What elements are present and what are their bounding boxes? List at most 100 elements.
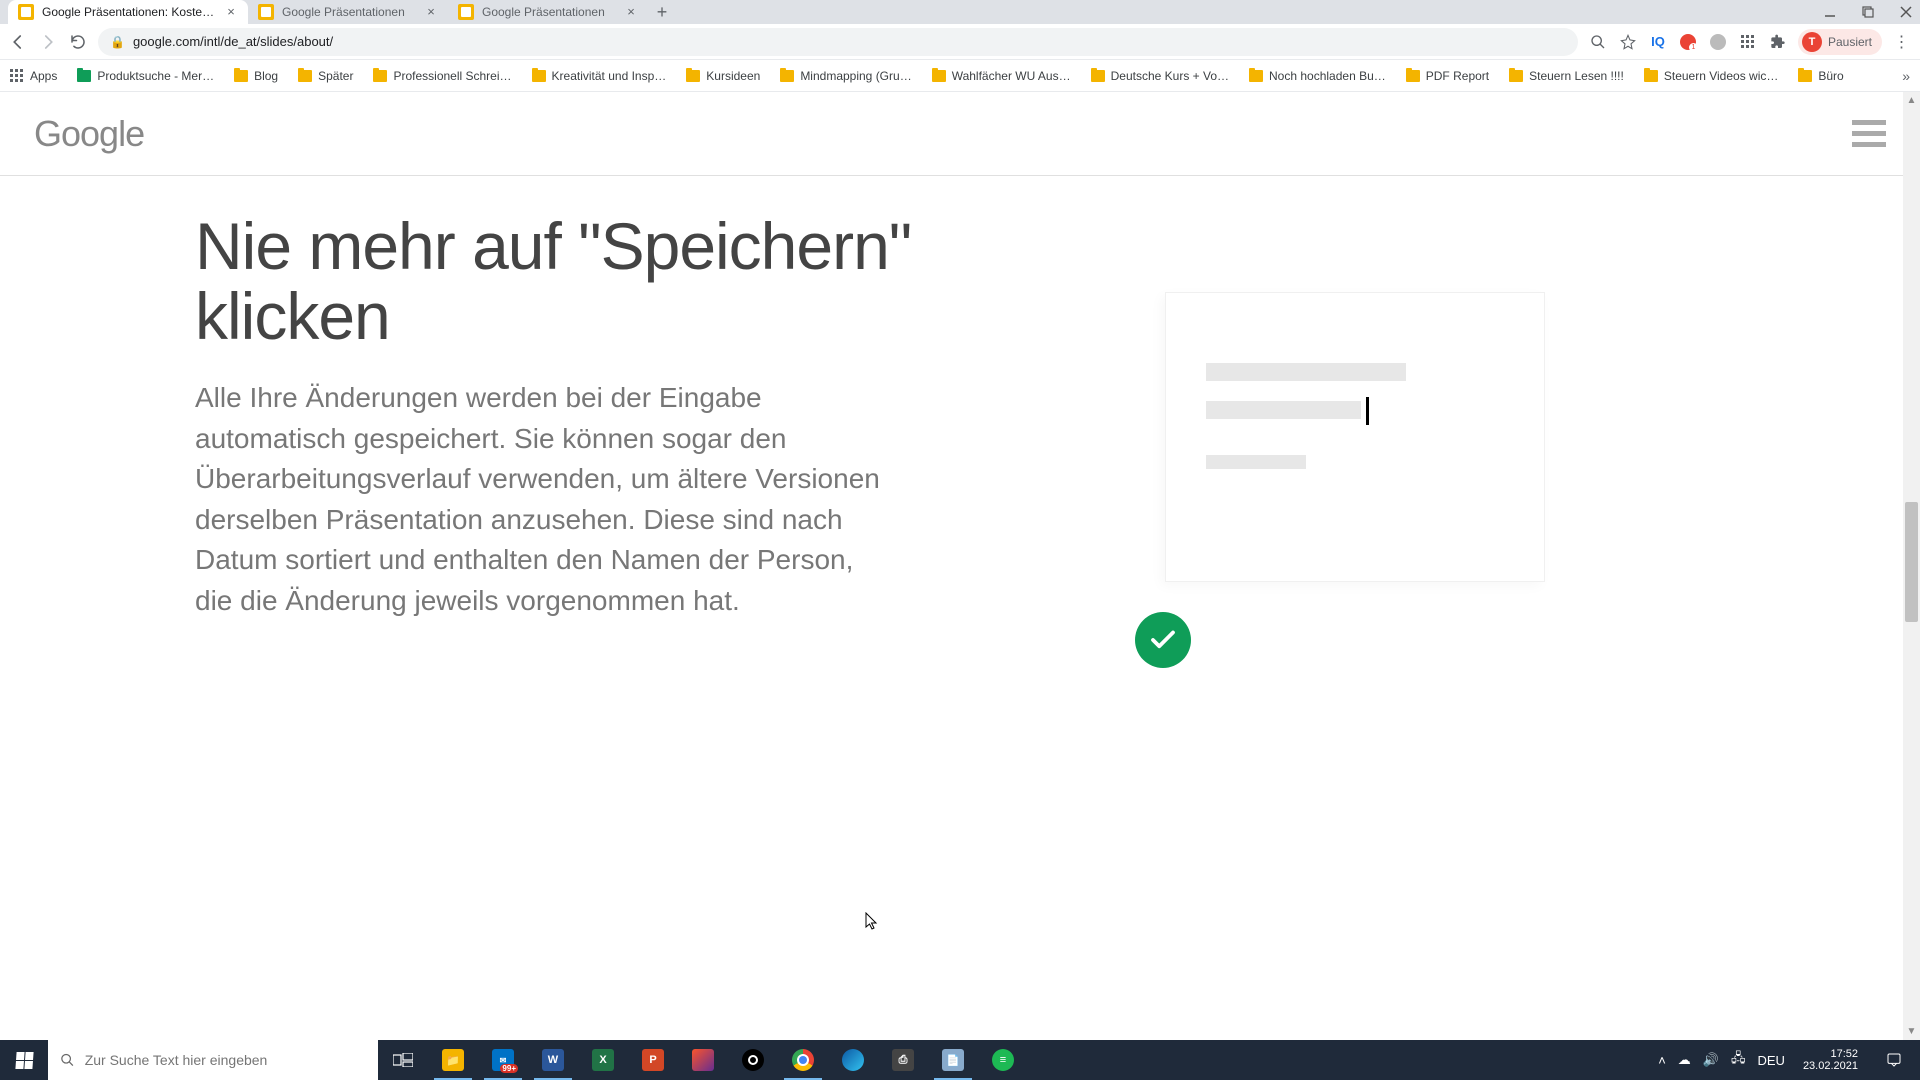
mouse-cursor-icon xyxy=(865,912,879,933)
taskbar-app-excel[interactable]: X xyxy=(578,1040,628,1080)
slides-favicon xyxy=(18,4,34,20)
taskbar-app-powerpoint[interactable]: P xyxy=(628,1040,678,1080)
browser-toolbar: 🔒 google.com/intl/de_at/slides/about/ IQ… xyxy=(0,24,1920,60)
taskbar-search-input[interactable] xyxy=(85,1052,366,1068)
scroll-thumb[interactable] xyxy=(1905,502,1918,622)
taskbar-app-generic-1[interactable]: ⎙ xyxy=(878,1040,928,1080)
page-viewport: Google Nie mehr auf "Speichern" klicken … xyxy=(0,92,1920,1040)
browser-tabstrip: Google Präsentationen: Kostenlo × Google… xyxy=(0,0,1920,24)
tab-2[interactable]: Google Präsentationen × xyxy=(448,0,648,24)
task-view-button[interactable] xyxy=(378,1040,428,1080)
taskbar-app-mail[interactable]: ✉99+ xyxy=(478,1040,528,1080)
bookmark-item[interactable]: Blog xyxy=(234,69,278,83)
bookmark-item[interactable]: Noch hochladen Bu… xyxy=(1249,69,1386,83)
folder-icon xyxy=(298,70,312,82)
bookmarks-apps-label: Apps xyxy=(30,69,57,83)
bookmark-item[interactable]: Später xyxy=(298,69,353,83)
taskbar-app-chrome[interactable] xyxy=(778,1040,828,1080)
bookmark-item[interactable]: PDF Report xyxy=(1406,69,1489,83)
hamburger-menu-button[interactable] xyxy=(1852,120,1886,147)
bookmarks-overflow-button[interactable]: » xyxy=(1902,68,1910,84)
bookmark-item[interactable]: Büro xyxy=(1798,69,1843,83)
url-text: google.com/intl/de_at/slides/about/ xyxy=(133,34,333,49)
extension-icon-2[interactable]: 1 xyxy=(1678,32,1698,52)
extension-icon-3[interactable] xyxy=(1708,32,1728,52)
windows-taskbar: 📁 ✉99+ W X P ⎙ 📄 ≡ ˄ ☁ 🔊 🖧 DEU 17:52 23.… xyxy=(0,1040,1920,1080)
tray-overflow-button[interactable]: ˄ xyxy=(1658,1053,1666,1068)
slides-favicon xyxy=(258,4,274,20)
tray-date: 23.02.2021 xyxy=(1803,1060,1858,1072)
window-maximize-button[interactable] xyxy=(1858,2,1878,22)
new-tab-button[interactable]: + xyxy=(648,0,676,24)
bookmark-item[interactable]: Wahlfächer WU Aus… xyxy=(932,69,1071,83)
taskbar-app-brave[interactable] xyxy=(678,1040,728,1080)
bookmark-item[interactable]: Kreativität und Insp… xyxy=(532,69,667,83)
taskbar-app-obs[interactable] xyxy=(728,1040,778,1080)
tray-network-icon[interactable]: 🖧 xyxy=(1731,1049,1746,1071)
bookmark-item[interactable]: Deutsche Kurs + Vo… xyxy=(1091,69,1229,83)
vertical-scrollbar[interactable]: ▲ ▼ xyxy=(1903,92,1920,1040)
tab-close-icon[interactable]: × xyxy=(624,5,638,19)
google-logo[interactable]: Google xyxy=(34,113,144,155)
checkmark-badge-icon xyxy=(1135,612,1191,668)
scroll-up-button[interactable]: ▲ xyxy=(1903,92,1920,109)
zoom-icon[interactable] xyxy=(1588,32,1608,52)
tab-close-icon[interactable]: × xyxy=(224,5,238,19)
text-caret-icon xyxy=(1366,397,1369,425)
page-header: Google xyxy=(0,92,1920,176)
nav-forward-button[interactable] xyxy=(38,32,58,52)
search-icon xyxy=(60,1052,75,1068)
star-bookmark-icon[interactable] xyxy=(1618,32,1638,52)
tray-language-indicator[interactable]: DEU xyxy=(1757,1053,1784,1068)
scroll-down-button[interactable]: ▼ xyxy=(1903,1023,1920,1040)
taskbar-app-notepad[interactable]: 📄 xyxy=(928,1040,978,1080)
taskbar-app-edge[interactable] xyxy=(828,1040,878,1080)
bookmarks-apps-button[interactable]: Apps xyxy=(10,69,57,83)
bookmark-item[interactable]: Mindmapping (Gru… xyxy=(780,69,911,83)
profile-chip[interactable]: T Pausiert xyxy=(1798,29,1882,55)
action-center-button[interactable] xyxy=(1876,1052,1912,1068)
tray-onedrive-icon[interactable]: ☁ xyxy=(1678,1052,1691,1068)
tab-close-icon[interactable]: × xyxy=(424,5,438,19)
start-button[interactable] xyxy=(0,1040,48,1080)
placeholder-line xyxy=(1206,401,1361,419)
extension-icon-1[interactable]: IQ xyxy=(1648,32,1668,52)
extensions-puzzle-icon[interactable] xyxy=(1768,32,1788,52)
placeholder-line xyxy=(1206,455,1306,469)
bookmark-item[interactable]: Kursideen xyxy=(686,69,760,83)
bookmark-item[interactable]: Steuern Lesen !!!! xyxy=(1509,69,1624,83)
placeholder-line xyxy=(1206,363,1406,381)
address-bar[interactable]: 🔒 google.com/intl/de_at/slides/about/ xyxy=(98,28,1578,56)
tab-title: Google Präsentationen xyxy=(482,5,618,19)
taskbar-app-word[interactable]: W xyxy=(528,1040,578,1080)
windows-logo-icon xyxy=(15,1052,33,1069)
bookmarks-bar: Apps Produktsuche - Mer… Blog Später Pro… xyxy=(0,60,1920,92)
folder-icon xyxy=(373,70,387,82)
bookmark-item[interactable]: Produktsuche - Mer… xyxy=(77,69,214,83)
folder-icon xyxy=(932,70,946,82)
taskbar-app-explorer[interactable]: 📁 xyxy=(428,1040,478,1080)
folder-icon xyxy=(780,70,794,82)
system-tray: ˄ ☁ 🔊 🖧 DEU 17:52 23.02.2021 xyxy=(1650,1048,1920,1072)
lock-icon: 🔒 xyxy=(110,35,125,49)
tab-0[interactable]: Google Präsentationen: Kostenlo × xyxy=(8,0,248,24)
tab-1[interactable]: Google Präsentationen × xyxy=(248,0,448,24)
folder-icon xyxy=(1798,70,1812,82)
tray-volume-icon[interactable]: 🔊 xyxy=(1703,1052,1719,1068)
nav-reload-button[interactable] xyxy=(68,32,88,52)
avatar: T xyxy=(1802,32,1822,52)
apps-grid-icon xyxy=(10,69,24,83)
taskbar-app-spotify[interactable]: ≡ xyxy=(978,1040,1028,1080)
folder-icon xyxy=(532,70,546,82)
bookmark-item[interactable]: Professionell Schrei… xyxy=(373,69,511,83)
extension-icon-4[interactable] xyxy=(1738,32,1758,52)
tray-clock[interactable]: 17:52 23.02.2021 xyxy=(1797,1048,1864,1072)
window-close-button[interactable] xyxy=(1896,2,1916,22)
folder-icon xyxy=(1406,70,1420,82)
bookmark-item[interactable]: Steuern Videos wic… xyxy=(1644,69,1779,83)
taskbar-search[interactable] xyxy=(48,1040,378,1080)
nav-back-button[interactable] xyxy=(8,32,28,52)
window-minimize-button[interactable] xyxy=(1820,2,1840,22)
chrome-menu-button[interactable]: ⋮ xyxy=(1892,32,1912,52)
folder-icon xyxy=(1091,70,1105,82)
